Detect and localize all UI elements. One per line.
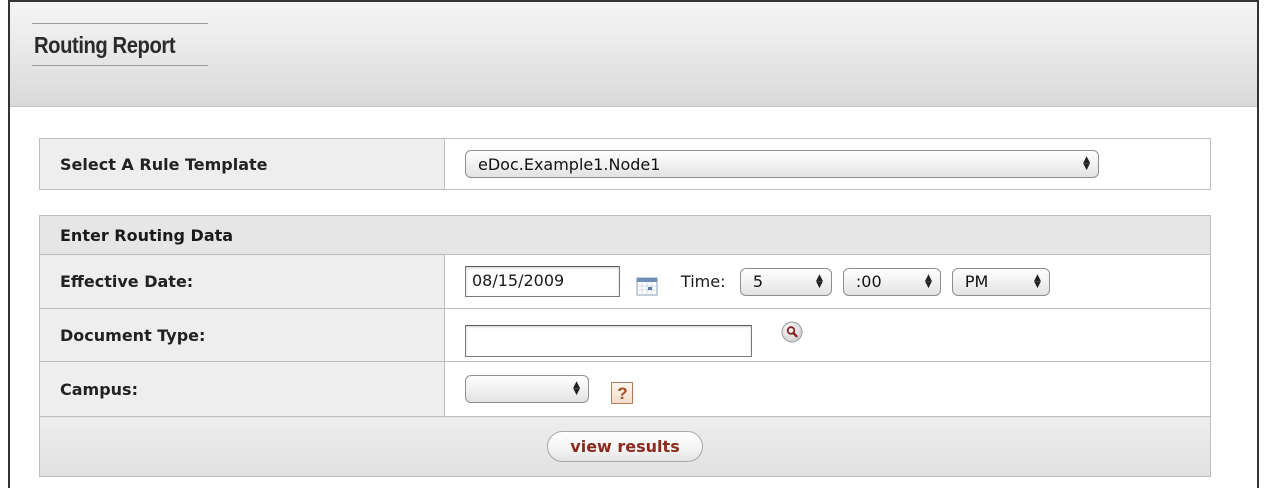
campus-row: Campus: ▲ ▼ ?: [39, 361, 1211, 417]
updown-arrows-icon: ▲ ▼: [924, 272, 932, 290]
updown-arrows-icon: ▲ ▼: [573, 380, 580, 397]
calendar-icon[interactable]: [636, 276, 658, 296]
effective-date-cell: 08/15/2009 Time: 5 ▲ ▼ :00 ▲ ▼ PM ▲ ▼: [444, 254, 1211, 309]
effective-date-row: Effective Date: 08/15/2009 Time: 5 ▲ ▼:…: [39, 254, 1211, 309]
campus-cell: ▲ ▼ ?: [444, 361, 1211, 417]
updown-arrows-icon: ▲ ▼: [815, 272, 823, 290]
page-header: Routing Report: [10, 2, 1257, 107]
rule-template-row: Select A Rule Template eDoc.Example1.Nod…: [39, 138, 1211, 190]
page-title: Routing Report: [34, 32, 176, 58]
rule-template-cell: eDoc.Example1.Node1 ▲ ▼: [444, 138, 1211, 190]
rule-template-label: Select A Rule Template: [39, 138, 445, 190]
rule-template-table: Select A Rule Template eDoc.Example1.Nod…: [39, 138, 1211, 190]
time-label: Time:: [680, 272, 726, 291]
campus-label: Campus:: [39, 361, 445, 417]
form-actions-row: view results: [39, 416, 1211, 477]
routing-data-section-title: Enter Routing Data: [39, 215, 1211, 255]
hour-selected-value: 5: [752, 272, 764, 291]
minute-select[interactable]: :00 ▲ ▼: [842, 267, 941, 296]
document-type-row: Document Type:: [39, 308, 1211, 362]
ampm-selected-value: PM: [964, 272, 989, 291]
routing-data-section-header: Enter Routing Data: [39, 215, 1211, 255]
document-type-label: Document Type:: [39, 308, 445, 362]
updown-arrows-icon: ▲ ▼: [1083, 155, 1090, 172]
effective-date-input[interactable]: 08/15/2009: [465, 266, 620, 297]
effective-date-label: Effective Date:: [39, 254, 445, 309]
form-actions-cell: view results: [39, 416, 1211, 477]
campus-select[interactable]: ▲ ▼: [465, 375, 589, 403]
view-results-button[interactable]: view results: [547, 431, 703, 462]
minute-selected-value: :00: [855, 272, 882, 291]
routing-data-table: Enter Routing Data Effective Date: 08/15…: [39, 215, 1211, 477]
rule-template-select[interactable]: eDoc.Example1.Node1 ▲ ▼: [465, 150, 1099, 178]
magnifier-lookup-icon[interactable]: [781, 321, 803, 343]
page-title-box: Routing Report: [32, 23, 209, 66]
document-type-cell: [444, 308, 1211, 362]
hour-select[interactable]: 5 ▲ ▼: [739, 267, 832, 296]
rule-template-selected-value: eDoc.Example1.Node1: [478, 154, 661, 174]
ampm-select[interactable]: PM ▲ ▼: [951, 267, 1050, 296]
help-question-icon[interactable]: ?: [611, 382, 634, 404]
updown-arrows-icon: ▲ ▼: [1033, 272, 1041, 290]
document-type-input[interactable]: [465, 325, 752, 357]
